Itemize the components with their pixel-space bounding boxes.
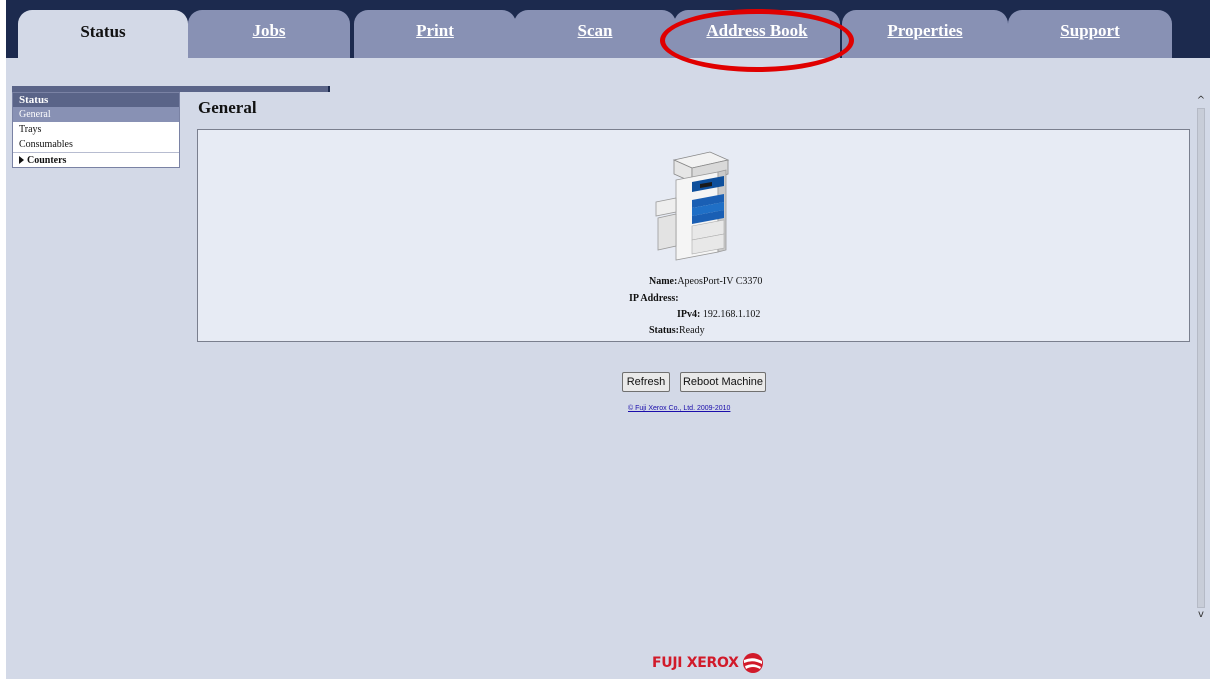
sidebar-item-consumables[interactable]: Consumables — [13, 137, 179, 152]
status-label: Status: — [649, 325, 680, 336]
sidebar-item-trays[interactable]: Trays — [13, 122, 179, 137]
fuji-xerox-logo: FUJI XEROX — [652, 652, 764, 674]
tab-print[interactable]: Print — [354, 10, 516, 58]
sidebar-item-label: General — [19, 109, 51, 120]
ipv4-row: IPv4: 192.168.1.102 — [677, 309, 760, 320]
sidebar-item-general[interactable]: General — [13, 107, 179, 122]
tab-scan[interactable]: Scan — [514, 10, 676, 58]
name-row: Name:ApeosPort-IV C3370 — [649, 276, 762, 287]
expand-arrow-icon — [19, 156, 24, 164]
ip-address-label: IP Address: — [629, 293, 679, 304]
status-value: Ready — [679, 325, 705, 336]
scroll-down-arrow-icon[interactable]: v — [1194, 608, 1208, 622]
reboot-machine-button[interactable]: Reboot Machine — [680, 372, 766, 392]
tab-support[interactable]: Support — [1008, 10, 1172, 58]
tab-print-label: Print — [416, 21, 454, 40]
refresh-button[interactable]: Refresh — [622, 372, 670, 392]
tab-scan-label: Scan — [577, 21, 613, 40]
tab-jobs-label: Jobs — [252, 21, 286, 40]
tab-support-label: Support — [1060, 21, 1120, 40]
sidebar-item-label: Consumables — [19, 139, 73, 150]
device-info-panel: Name:ApeosPort-IV C3370 IP Address: IPv4… — [197, 129, 1190, 342]
tab-properties-label: Properties — [887, 21, 963, 40]
name-value: ApeosPort-IV C3370 — [677, 276, 763, 287]
ip-address-row: IP Address: — [629, 293, 679, 304]
app-frame: Status Jobs Print Scan Address Book Prop… — [6, 0, 1210, 679]
tab-properties[interactable]: Properties — [842, 10, 1008, 58]
ipv4-label: IPv4: — [677, 309, 701, 320]
sidebar-item-label: Counters — [27, 155, 67, 166]
copyright-link[interactable]: © Fuji Xerox Co., Ltd. 2009-2010 — [628, 405, 730, 412]
sidebar-header: Status — [13, 93, 179, 107]
status-row: Status:Ready — [649, 325, 705, 336]
page-title: General — [198, 98, 257, 117]
sidebar-item-counters[interactable]: Counters — [13, 152, 179, 167]
ipv4-value: 192.168.1.102 — [700, 309, 761, 320]
name-label: Name: — [649, 276, 678, 287]
scroll-track[interactable] — [1197, 108, 1205, 608]
scroll-up-arrow-icon[interactable]: ^ — [1194, 94, 1208, 108]
printer-image — [655, 151, 730, 261]
tab-address-book-label: Address Book — [706, 21, 808, 40]
tab-status-label: Status — [80, 22, 126, 41]
sidebar-menu: Status General Trays Consumables Counter… — [12, 92, 180, 168]
logo-text: FUJI XEROX — [652, 655, 739, 671]
tab-status[interactable]: Status — [18, 10, 188, 60]
tab-address-book[interactable]: Address Book — [674, 10, 840, 58]
vertical-scrollbar[interactable]: ^ v — [1194, 94, 1208, 622]
xerox-sphere-icon — [742, 653, 763, 673]
tab-jobs[interactable]: Jobs — [188, 10, 350, 58]
sidebar-item-label: Trays — [19, 124, 42, 135]
tab-bar: Status Jobs Print Scan Address Book Prop… — [6, 0, 1210, 60]
